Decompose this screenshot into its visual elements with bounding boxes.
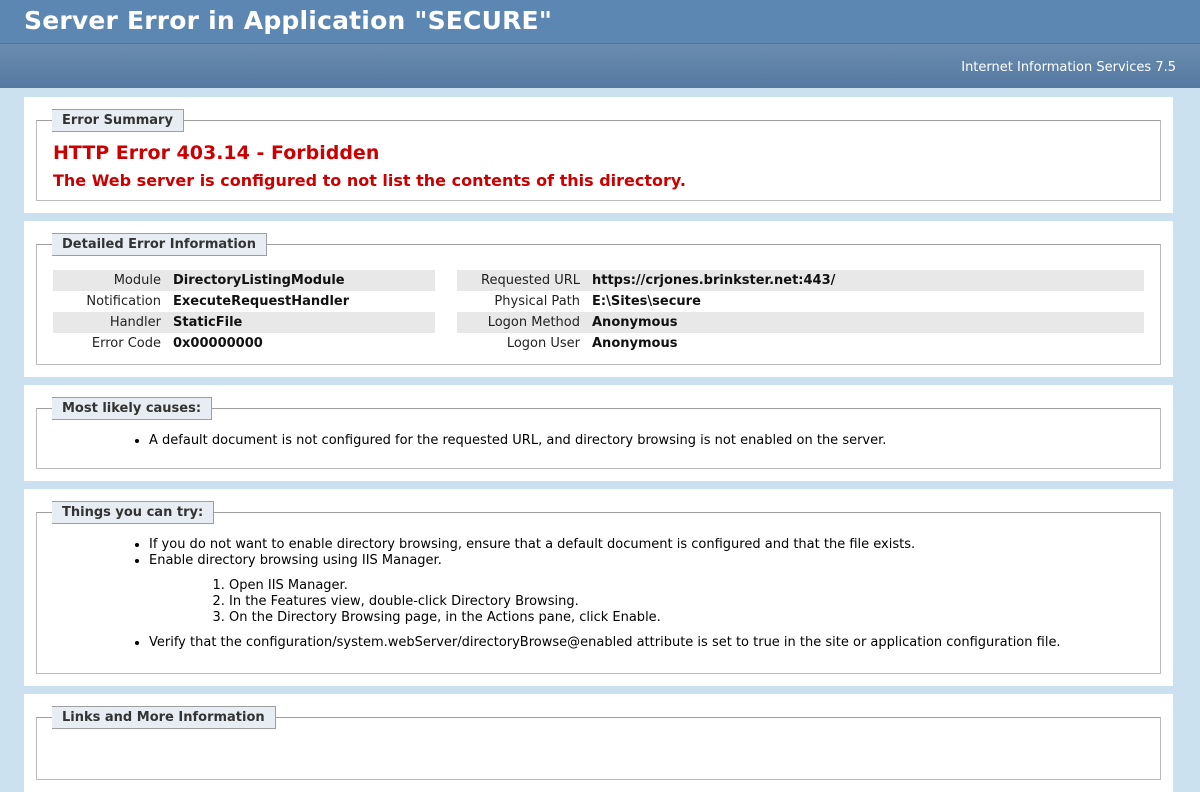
error-summary-fieldset: Error Summary HTTP Error 403.14 - Forbid… (36, 109, 1161, 201)
causes-section: Most likely causes: A default document i… (24, 385, 1173, 481)
detail-value: StaticFile (167, 312, 435, 333)
links-legend: Links and More Information (52, 706, 276, 729)
table-row: Physical Path E:\Sites\secure (457, 291, 1144, 312)
detail-key: Handler (53, 312, 167, 333)
causes-list: A default document is not configured for… (53, 433, 1144, 449)
causes-fieldset: Most likely causes: A default document i… (36, 397, 1161, 469)
detail-key: Requested URL (457, 270, 586, 291)
step-item: Open IIS Manager. (229, 578, 1144, 594)
header-bar: Server Error in Application "SECURE" (0, 0, 1200, 44)
detail-value: 0x00000000 (173, 336, 263, 351)
subheader-bar: Internet Information Services 7.5 (0, 44, 1200, 88)
detail-value: Anonymous (592, 336, 678, 351)
detail-key: Logon User (506, 336, 580, 351)
detail-key: Module (53, 270, 167, 291)
error-summary-legend: Error Summary (52, 109, 184, 132)
table-row: Logon User Anonymous (457, 333, 1144, 354)
content: Error Summary HTTP Error 403.14 - Forbid… (0, 88, 1200, 792)
detail-value: DirectoryListingModule (167, 270, 435, 291)
details-table-right: Requested URL https://crjones.brinkster.… (457, 270, 1144, 354)
detail-value: ExecuteRequestHandler (173, 294, 350, 309)
links-section: Links and More Information (24, 694, 1173, 792)
list-item: A default document is not configured for… (149, 433, 1144, 449)
error-title: HTTP Error 403.14 - Forbidden (53, 142, 380, 164)
table-row: Module DirectoryListingModule (53, 270, 435, 291)
detail-key: Logon Method (457, 312, 586, 333)
links-fieldset: Links and More Information (36, 706, 1161, 780)
detail-value: E:\Sites\secure (592, 294, 701, 309)
step-item: In the Features view, double-click Direc… (229, 594, 1144, 610)
try-section: Things you can try: If you do not want t… (24, 489, 1173, 686)
details-table-left: Module DirectoryListingModule Notificati… (53, 270, 435, 354)
detail-key: Physical Path (494, 294, 580, 309)
table-row: Handler StaticFile (53, 312, 435, 333)
page-title: Server Error in Application "SECURE" (24, 6, 553, 35)
detail-value: Anonymous (586, 312, 1144, 333)
list-item: Enable directory browsing using IIS Mana… (149, 553, 1144, 626)
table-row: Logon Method Anonymous (457, 312, 1144, 333)
server-name: Internet Information Services 7.5 (961, 60, 1176, 75)
detail-key: Error Code (91, 336, 161, 351)
try-legend: Things you can try: (52, 501, 215, 524)
try-list: If you do not want to enable directory b… (53, 537, 1144, 651)
detailed-error-section: Detailed Error Information Module Direct… (24, 221, 1173, 377)
try-fieldset: Things you can try: If you do not want t… (36, 501, 1161, 674)
table-row: Error Code 0x00000000 (53, 333, 435, 354)
step-item: On the Directory Browsing page, in the A… (229, 610, 1144, 626)
detail-key: Notification (86, 294, 161, 309)
error-summary-section: Error Summary HTTP Error 403.14 - Forbid… (24, 97, 1173, 213)
steps-list: Open IIS Manager. In the Features view, … (149, 578, 1144, 626)
table-row: Requested URL https://crjones.brinkster.… (457, 270, 1144, 291)
causes-legend: Most likely causes: (52, 397, 213, 420)
list-item-text: Enable directory browsing using IIS Mana… (149, 553, 442, 568)
table-row: Notification ExecuteRequestHandler (53, 291, 435, 312)
detail-value: https://crjones.brinkster.net:443/ (586, 270, 1144, 291)
list-item: If you do not want to enable directory b… (149, 537, 1144, 553)
list-item: Verify that the configuration/system.web… (149, 635, 1144, 651)
detailed-error-fieldset: Detailed Error Information Module Direct… (36, 233, 1161, 365)
error-message: The Web server is configured to not list… (53, 171, 686, 190)
detailed-error-legend: Detailed Error Information (52, 233, 267, 256)
